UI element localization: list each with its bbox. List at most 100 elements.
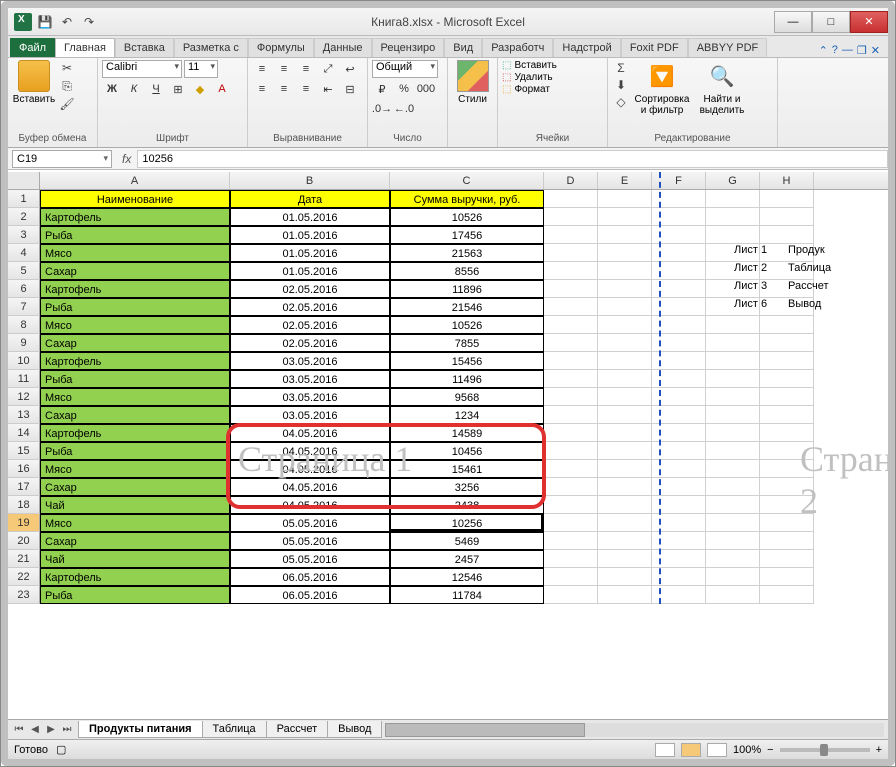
minimize-button[interactable]: — <box>774 11 812 33</box>
cell-name[interactable]: Картофель <box>40 352 230 370</box>
cell-blank[interactable] <box>760 190 814 208</box>
cell-blank[interactable] <box>544 370 598 388</box>
cell-blank[interactable] <box>544 550 598 568</box>
select-all-corner[interactable] <box>8 172 40 189</box>
cell-sum[interactable]: 1234 <box>390 406 544 424</box>
cell-sum[interactable]: 3256 <box>390 478 544 496</box>
cell-name[interactable]: Сахар <box>40 406 230 424</box>
table-row[interactable]: 11Рыба03.05.201611496 <box>8 370 888 388</box>
tab-nav-first-icon[interactable]: ⏮ <box>12 724 26 735</box>
cell-blank[interactable] <box>544 514 598 532</box>
cell-sum[interactable]: 10256 <box>390 514 544 532</box>
cell-sum[interactable]: 10526 <box>390 208 544 226</box>
cut-icon[interactable]: ✂ <box>58 60 76 76</box>
font-size-combo[interactable]: 11 <box>184 60 218 78</box>
col-header-H[interactable]: H <box>760 172 814 189</box>
cell-name[interactable]: Рыба <box>40 298 230 316</box>
cell-blank[interactable] <box>706 424 760 442</box>
table-row[interactable]: 10Картофель03.05.201615456 <box>8 352 888 370</box>
cell-blank[interactable] <box>544 388 598 406</box>
percent-button[interactable]: % <box>394 80 414 98</box>
autosum-icon[interactable]: Σ <box>612 60 630 76</box>
align-top-button[interactable]: ≡ <box>252 60 272 78</box>
cell-date[interactable]: 02.05.2016 <box>230 280 390 298</box>
table-row[interactable]: 14Картофель04.05.201614589 <box>8 424 888 442</box>
cell-date[interactable]: 01.05.2016 <box>230 208 390 226</box>
cell-blank[interactable] <box>544 298 598 316</box>
cell-blank[interactable] <box>598 280 652 298</box>
cell-date[interactable]: 05.05.2016 <box>230 532 390 550</box>
cell-date[interactable]: 02.05.2016 <box>230 316 390 334</box>
table-row[interactable]: 13Сахар03.05.20161234 <box>8 406 888 424</box>
cell-blank[interactable] <box>760 424 814 442</box>
cell-name[interactable]: Мясо <box>40 244 230 262</box>
cell-name[interactable]: Рыба <box>40 586 230 604</box>
cell-date[interactable]: 01.05.2016 <box>230 262 390 280</box>
cell-blank[interactable] <box>598 586 652 604</box>
tab-addins[interactable]: Надстрой <box>553 38 620 57</box>
cell-date[interactable]: 04.05.2016 <box>230 442 390 460</box>
row-header[interactable]: 7 <box>8 298 40 316</box>
increase-decimal-button[interactable]: .0→ <box>372 100 392 118</box>
row-header[interactable]: 5 <box>8 262 40 280</box>
merge-cells-button[interactable]: ⊟ <box>340 80 360 98</box>
row-header[interactable]: 19 <box>8 514 40 532</box>
cell-date[interactable]: 03.05.2016 <box>230 388 390 406</box>
cell-date[interactable]: 05.05.2016 <box>230 550 390 568</box>
cell-date[interactable]: 05.05.2016 <box>230 514 390 532</box>
paste-button[interactable]: Вставить <box>12 60 56 105</box>
cell-sum[interactable]: 15456 <box>390 352 544 370</box>
cell-blank[interactable] <box>598 496 652 514</box>
cell-date[interactable]: 04.05.2016 <box>230 496 390 514</box>
cell-blank[interactable] <box>544 280 598 298</box>
cell-blank[interactable] <box>760 514 814 532</box>
wrap-text-button[interactable]: ↩ <box>340 60 360 78</box>
cell-date[interactable]: 01.05.2016 <box>230 226 390 244</box>
cell-blank[interactable] <box>760 550 814 568</box>
row-header[interactable]: 22 <box>8 568 40 586</box>
tab-insert[interactable]: Вставка <box>115 38 174 57</box>
cell-blank[interactable] <box>706 514 760 532</box>
cell-blank[interactable] <box>544 478 598 496</box>
cell-name[interactable]: Рыба <box>40 370 230 388</box>
cell-blank[interactable] <box>598 442 652 460</box>
tab-review[interactable]: Рецензиро <box>372 38 445 57</box>
row-header[interactable]: 2 <box>8 208 40 226</box>
inner-minimize-icon[interactable]: — <box>842 44 853 57</box>
row-header[interactable]: 11 <box>8 370 40 388</box>
zoom-out-button[interactable]: − <box>767 744 773 756</box>
inner-restore-icon[interactable]: ❐ <box>857 44 867 57</box>
comma-button[interactable]: 000 <box>416 80 436 98</box>
cell-blank[interactable] <box>706 496 760 514</box>
table-row[interactable]: 18Чай04.05.20162438 <box>8 496 888 514</box>
sort-filter-button[interactable]: 🔽 Сортировка и фильтр <box>632 60 692 116</box>
cell-blank[interactable] <box>598 298 652 316</box>
cell-blank[interactable] <box>544 532 598 550</box>
cell-blank[interactable] <box>706 388 760 406</box>
tab-nav-last-icon[interactable]: ⏭ <box>60 724 74 735</box>
cell-name[interactable]: Сахар <box>40 334 230 352</box>
cell-blank[interactable] <box>706 208 760 226</box>
cell-sum[interactable]: 14589 <box>390 424 544 442</box>
cell-sum[interactable]: 9568 <box>390 388 544 406</box>
row-header[interactable]: 15 <box>8 442 40 460</box>
cell-name[interactable]: Картофель <box>40 280 230 298</box>
cell-blank[interactable] <box>544 496 598 514</box>
inner-close-icon[interactable]: ✕ <box>871 44 880 57</box>
tab-abbyy[interactable]: ABBYY PDF <box>688 38 768 57</box>
cell-sum[interactable]: 11784 <box>390 586 544 604</box>
align-center-button[interactable]: ≡ <box>274 80 294 98</box>
sheet-tab-calc[interactable]: Рассчет <box>266 721 329 738</box>
cell-blank[interactable] <box>706 568 760 586</box>
cell-blank[interactable] <box>544 442 598 460</box>
tab-nav-prev-icon[interactable]: ◀ <box>28 724 42 735</box>
col-header-C[interactable]: C <box>390 172 544 189</box>
row-header[interactable]: 1 <box>8 190 40 208</box>
cell-blank[interactable] <box>598 460 652 478</box>
table-row[interactable]: 20Сахар05.05.20165469 <box>8 532 888 550</box>
fill-icon[interactable]: ⬇ <box>612 77 630 93</box>
table-row[interactable]: 9Сахар02.05.20167855 <box>8 334 888 352</box>
cell-blank[interactable] <box>598 532 652 550</box>
row-header[interactable]: 23 <box>8 586 40 604</box>
cell-blank[interactable] <box>598 550 652 568</box>
